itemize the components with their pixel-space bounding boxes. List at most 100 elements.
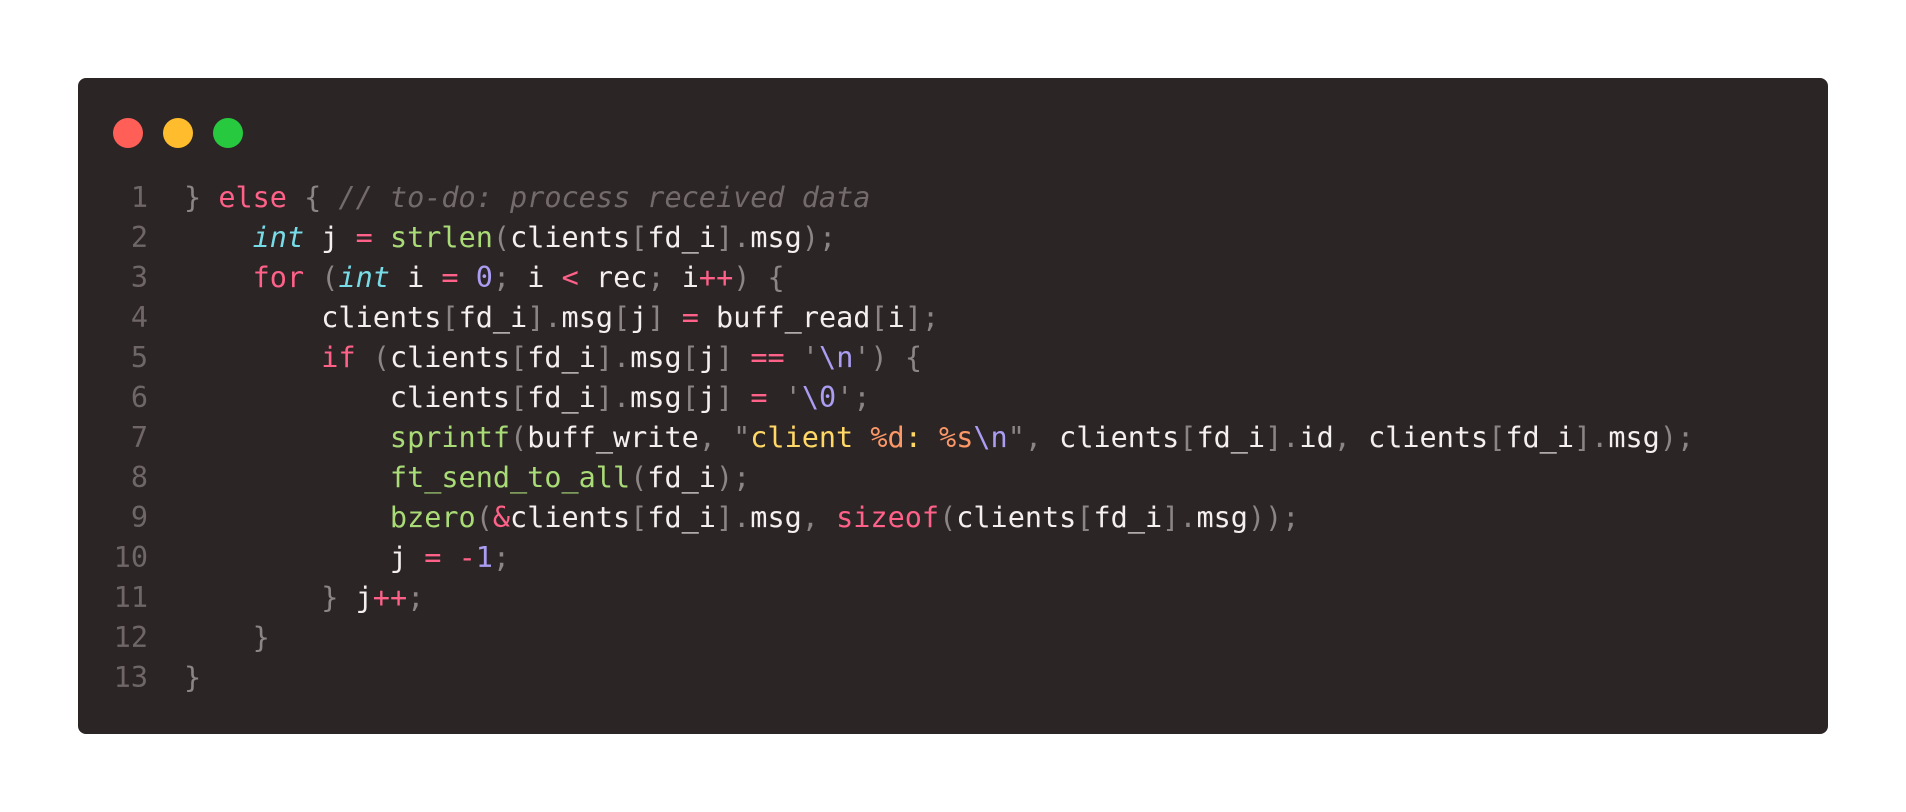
line-number: 2 xyxy=(130,221,148,254)
code-token: 1 xyxy=(475,541,493,574)
code-token: msg xyxy=(750,501,802,534)
code-token: ( xyxy=(630,461,648,494)
code-token: = xyxy=(441,261,459,294)
code-token: , xyxy=(801,501,837,534)
code-token: id xyxy=(1299,421,1334,454)
code-token: fd_i xyxy=(1093,501,1163,534)
line-number: 12 xyxy=(113,621,148,654)
code-line: 3 for (int i = 0; i < rec; i++) { xyxy=(78,258,1828,298)
code-token: fd_i xyxy=(647,221,716,254)
code-line: 7 sprintf(buff_write, "client %d: %s\n",… xyxy=(78,418,1828,458)
line-number: 5 xyxy=(130,341,148,374)
code-token: // to-do: process received data xyxy=(338,181,871,214)
code-token: ; xyxy=(407,581,425,614)
code-token: ); xyxy=(801,221,837,254)
line-number: 13 xyxy=(113,661,148,694)
code-token: [ xyxy=(630,221,648,254)
code-window: 1} else { // to-do: process received dat… xyxy=(78,78,1828,734)
code-token: )); xyxy=(1247,501,1300,534)
code-token: clients xyxy=(1368,421,1489,454)
code-token: msg xyxy=(750,221,802,254)
code-token: sizeof xyxy=(836,501,940,534)
code-token: buff_write xyxy=(527,421,699,454)
code-token: ( xyxy=(355,341,390,374)
code-token: , " xyxy=(698,421,751,454)
code-token: ]. xyxy=(715,501,751,534)
code-token: rec xyxy=(578,261,648,294)
code-token: = xyxy=(750,381,768,414)
code-token: [ xyxy=(630,501,648,534)
code-token: clients xyxy=(1059,421,1180,454)
code-token: ; xyxy=(647,261,665,294)
code-token: clients xyxy=(510,221,631,254)
code-token: msg xyxy=(1196,501,1248,534)
code-token: & xyxy=(492,501,511,534)
code-line: 11 } j++; xyxy=(78,578,1828,618)
code-token: j xyxy=(698,381,716,414)
code-token: i xyxy=(510,261,562,294)
code-token: fd_i xyxy=(647,501,716,534)
code-token: client xyxy=(750,421,871,454)
code-token: [ xyxy=(510,381,528,414)
code-token: j xyxy=(184,541,425,574)
code-token: ++ xyxy=(698,261,734,294)
code-token: ]. xyxy=(716,221,751,254)
minimize-dot-icon xyxy=(163,118,193,148)
code-line: 5 if (clients[fd_i].msg[j] == '\n') { xyxy=(78,338,1828,378)
code-token: clients xyxy=(184,301,442,334)
code-token: j xyxy=(630,301,648,334)
code-line: 9 bzero(&clients[fd_i].msg, sizeof(clien… xyxy=(78,498,1828,538)
code-line: 1} else { // to-do: process received dat… xyxy=(78,178,1828,218)
code-token: ' xyxy=(801,341,820,374)
code-token: ]. xyxy=(1574,421,1609,454)
code-token: ); xyxy=(1659,421,1695,454)
code-token: } xyxy=(184,661,202,694)
code-token: i xyxy=(389,261,442,294)
code-token: msg xyxy=(630,341,682,374)
code-token: clients xyxy=(956,501,1077,534)
code-token: { xyxy=(286,181,339,214)
code-token: = xyxy=(355,221,373,254)
code-token: ( xyxy=(492,221,511,254)
code-token: [ xyxy=(1179,421,1197,454)
code-line: 10 j = -1; xyxy=(78,538,1828,578)
code-token: [ xyxy=(1076,501,1094,534)
code-token: ]. xyxy=(527,301,562,334)
code-token: clients xyxy=(184,381,511,414)
code-token: [ xyxy=(870,301,888,334)
code-token: ]; xyxy=(904,301,940,334)
code-token: fd_i xyxy=(1505,421,1574,454)
code-token: bzero xyxy=(389,501,476,534)
line-number: 8 xyxy=(130,461,148,494)
code-token: i xyxy=(887,301,905,334)
code-token: %s xyxy=(939,421,974,454)
code-token: ]. xyxy=(595,381,631,414)
code-token: } xyxy=(252,621,270,654)
code-token: } xyxy=(321,581,339,614)
code-token: 0 xyxy=(475,261,493,294)
code-token: fd_i xyxy=(647,461,716,494)
code-token: msg xyxy=(1608,421,1660,454)
close-dot-icon xyxy=(113,118,143,148)
code-token: ); xyxy=(715,461,751,494)
code-token: [ xyxy=(613,301,631,334)
code-token: ", xyxy=(1007,421,1060,454)
code-token: int xyxy=(252,221,305,254)
code-line: 8 ft_send_to_all(fd_i); xyxy=(78,458,1828,498)
code-line: 6 clients[fd_i].msg[j] = '\0'; xyxy=(78,378,1828,418)
code-token: clients xyxy=(389,341,511,374)
code-token: int xyxy=(338,261,390,294)
code-line: 2 int j = strlen(clients[fd_i].msg); xyxy=(78,218,1828,258)
